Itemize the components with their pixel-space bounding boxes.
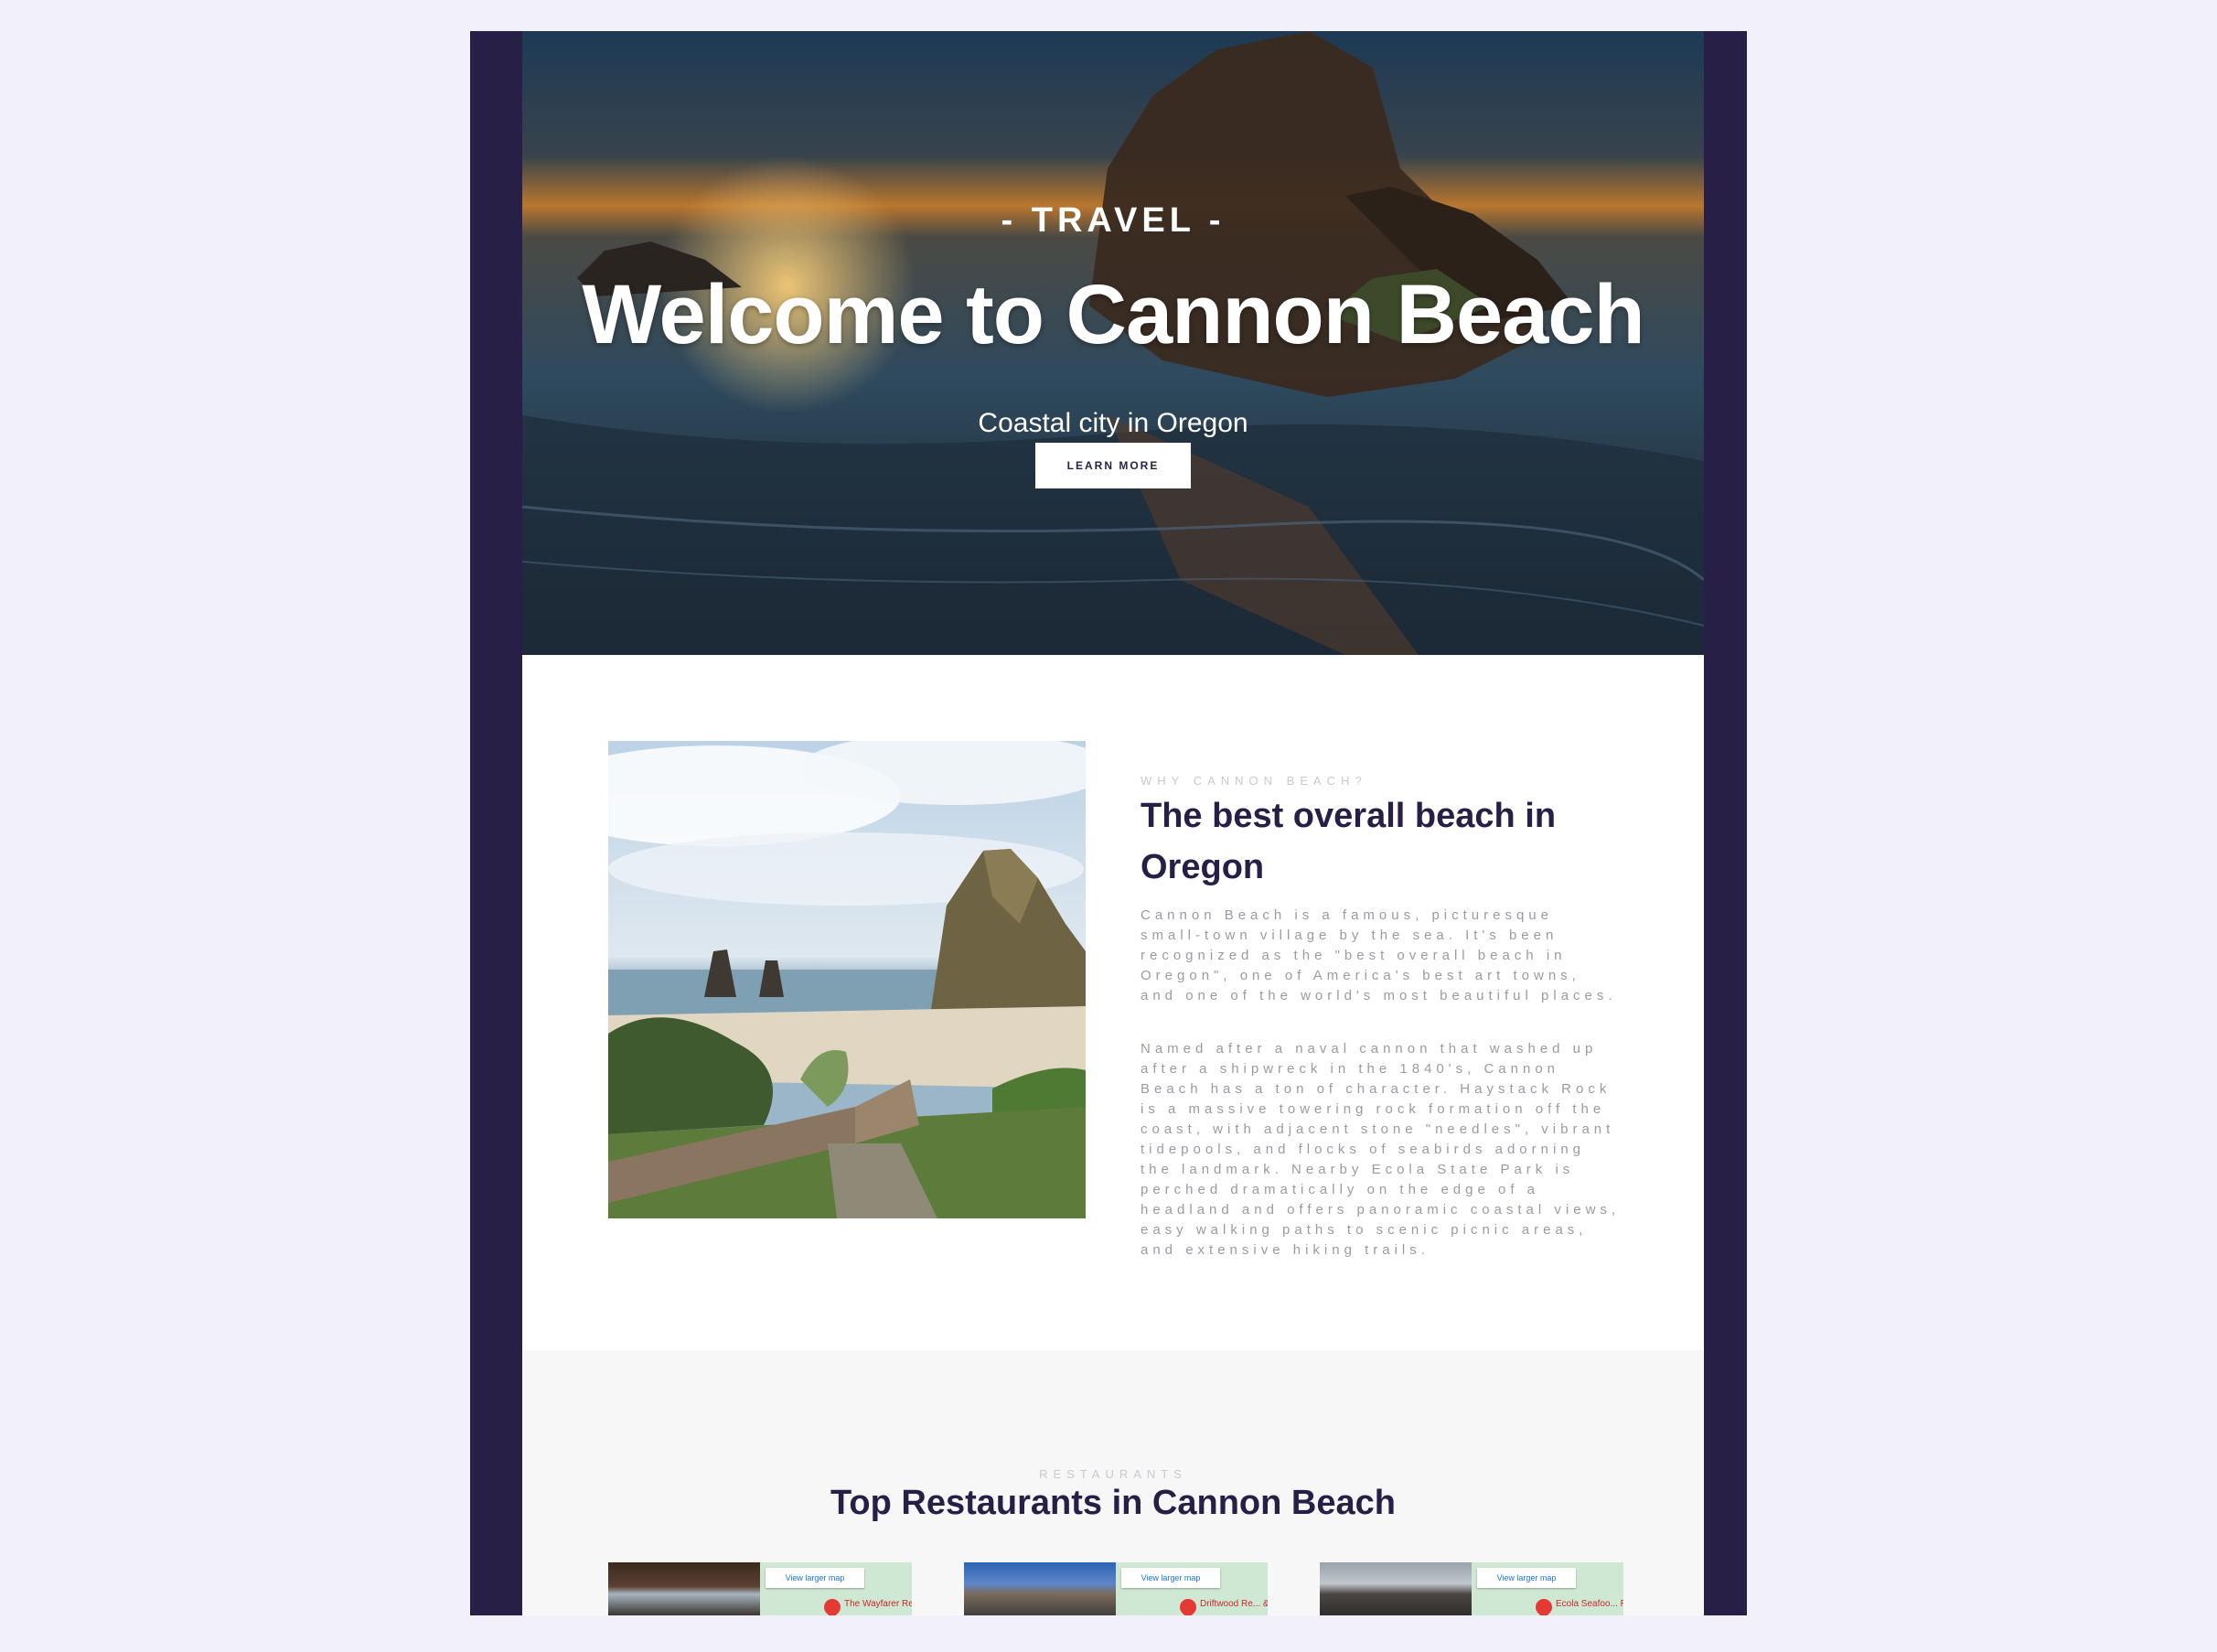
about-paragraph-2: Named after a naval cannon that washed u… [1141, 1041, 1621, 1258]
restaurant-card: View larger map Ecola Seafoo... Restaura… [1320, 1562, 1623, 1615]
hero-subtitle: Coastal city in Oregon [978, 408, 1248, 438]
map-place-label: Driftwood Re... & Lounge [1200, 1599, 1268, 1609]
about-paragraph-1: Cannon Beach is a famous, picturesque sm… [1141, 907, 1617, 1003]
about-image [608, 741, 1086, 1218]
about-kicker: WHY CANNON BEACH? [1141, 774, 1367, 788]
restaurant-map[interactable]: View larger map The Wayfarer Restaurant … [760, 1562, 912, 1615]
restaurant-map[interactable]: View larger map Ecola Seafoo... Restaura… [1472, 1562, 1623, 1615]
map-pin-icon [1532, 1595, 1556, 1615]
view-larger-map-button[interactable]: View larger map [766, 1568, 864, 1588]
hero-section: - TRAVEL - Welcome to Cannon Beach Coast… [522, 31, 1704, 655]
hero-eyebrow: - TRAVEL - [1001, 201, 1226, 240]
restaurants-kicker: RESTAURANTS [1039, 1467, 1187, 1481]
restaurant-photo [964, 1562, 1116, 1615]
map-place-label: Ecola Seafoo... Restaurant &... [1556, 1599, 1623, 1609]
view-larger-map-button[interactable]: View larger map [1477, 1568, 1576, 1588]
restaurant-card: View larger map The Wayfarer Restaurant … [608, 1562, 912, 1615]
restaurant-card: View larger map Driftwood Re... & Lounge [964, 1562, 1268, 1615]
map-pin-icon [1176, 1595, 1200, 1615]
learn-more-button[interactable]: LEARN MORE [1035, 443, 1191, 488]
restaurant-photo [1320, 1562, 1472, 1615]
view-larger-map-button[interactable]: View larger map [1121, 1568, 1220, 1588]
about-title: The best overall beach in Oregon [1141, 797, 1557, 886]
page-content: - TRAVEL - Welcome to Cannon Beach Coast… [522, 31, 1704, 1615]
page-frame: - TRAVEL - Welcome to Cannon Beach Coast… [470, 31, 1747, 1615]
restaurant-photo [608, 1562, 760, 1615]
restaurants-title: Top Restaurants in Cannon Beach [830, 1484, 1396, 1522]
restaurants-section: RESTAURANTS Top Restaurants in Cannon Be… [522, 1350, 1704, 1615]
restaurant-map[interactable]: View larger map Driftwood Re... & Lounge [1116, 1562, 1268, 1615]
map-pin-icon [820, 1595, 844, 1615]
hero-title: Welcome to Cannon Beach [582, 268, 1644, 361]
map-place-label: The Wayfarer Restaurant &... [844, 1599, 912, 1609]
